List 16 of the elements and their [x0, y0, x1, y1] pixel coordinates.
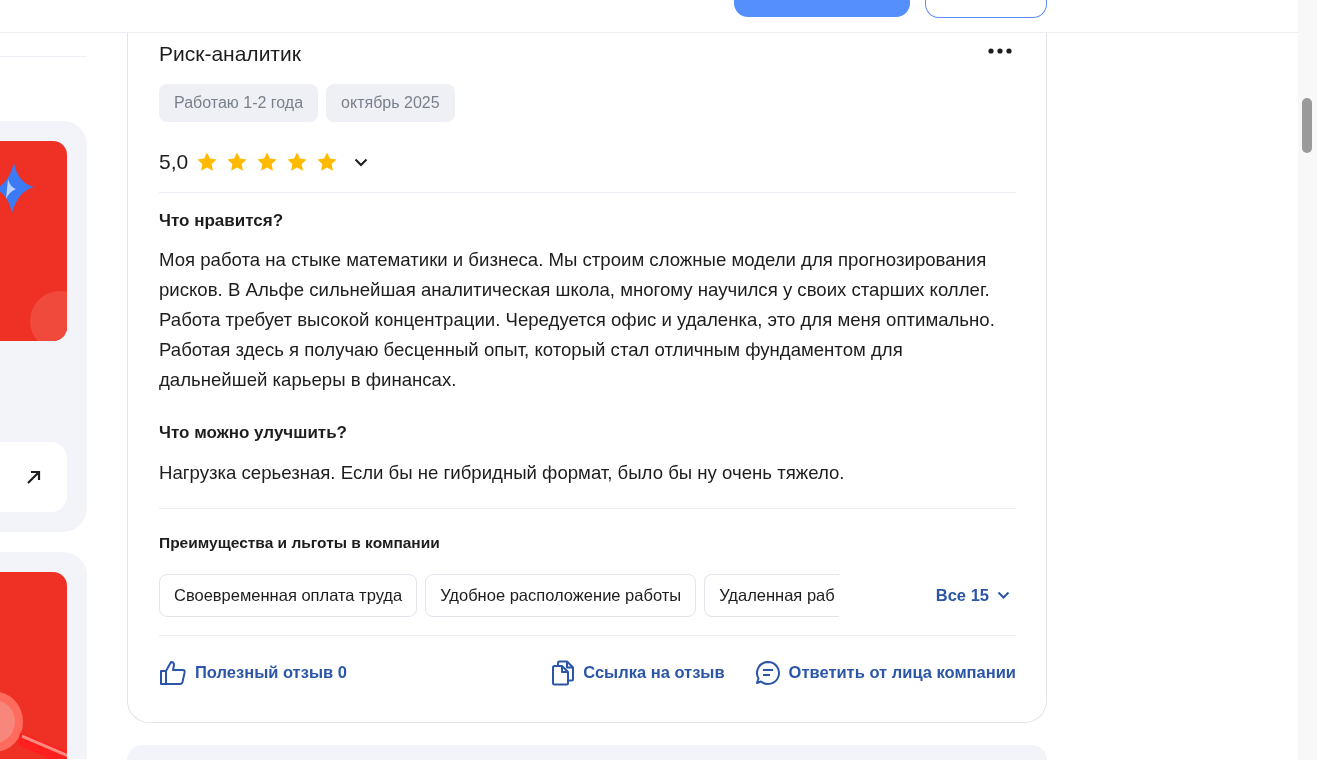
- action-link[interactable]: Ссылка на отзыв: [551, 659, 725, 686]
- show-all-button[interactable]: Все 15: [935, 583, 1010, 608]
- review-title: Риск-аналитик: [159, 42, 301, 66]
- benefit-chip: Удобное расположение работы: [425, 574, 697, 617]
- review-tag: октябрь 2025: [326, 84, 455, 122]
- rating-value: 5,0: [159, 149, 189, 176]
- benefit-chip: Удаленная раб: [704, 574, 839, 617]
- review-text: Нагрузка серьезная. Если бы не гибридный формат, было бы ну очень тяжело.: [159, 460, 846, 485]
- benefit-chip: Своевременная оплата труда: [159, 574, 418, 617]
- action-link[interactable]: Полезный отзыв 0: [159, 659, 347, 686]
- section-heading: Что можно улучшить?: [159, 423, 348, 444]
- review-text: Моя работа на стыке математики и бизнеса. Мы строим сложные модели для прогнозирования рисков. В Альфе сильнейшая аналитическая школа, многому научился у своих старших коллег. Работа требует высокой концентрации. Чередуется офис и удаленка, это для меня оптимально. Работая здесь я получаю бесценный опыт, который стал отличным фундаментом для дальнейшей карьеры в финансах.: [159, 248, 996, 393]
- section-heading: Что нравится?: [159, 211, 285, 232]
- benefits-title: Преимущества и льготы в компании: [159, 532, 441, 553]
- action-link[interactable]: Ответить от лица компании: [754, 659, 1016, 686]
- review-tag: Работаю 1-2 года: [159, 84, 319, 122]
